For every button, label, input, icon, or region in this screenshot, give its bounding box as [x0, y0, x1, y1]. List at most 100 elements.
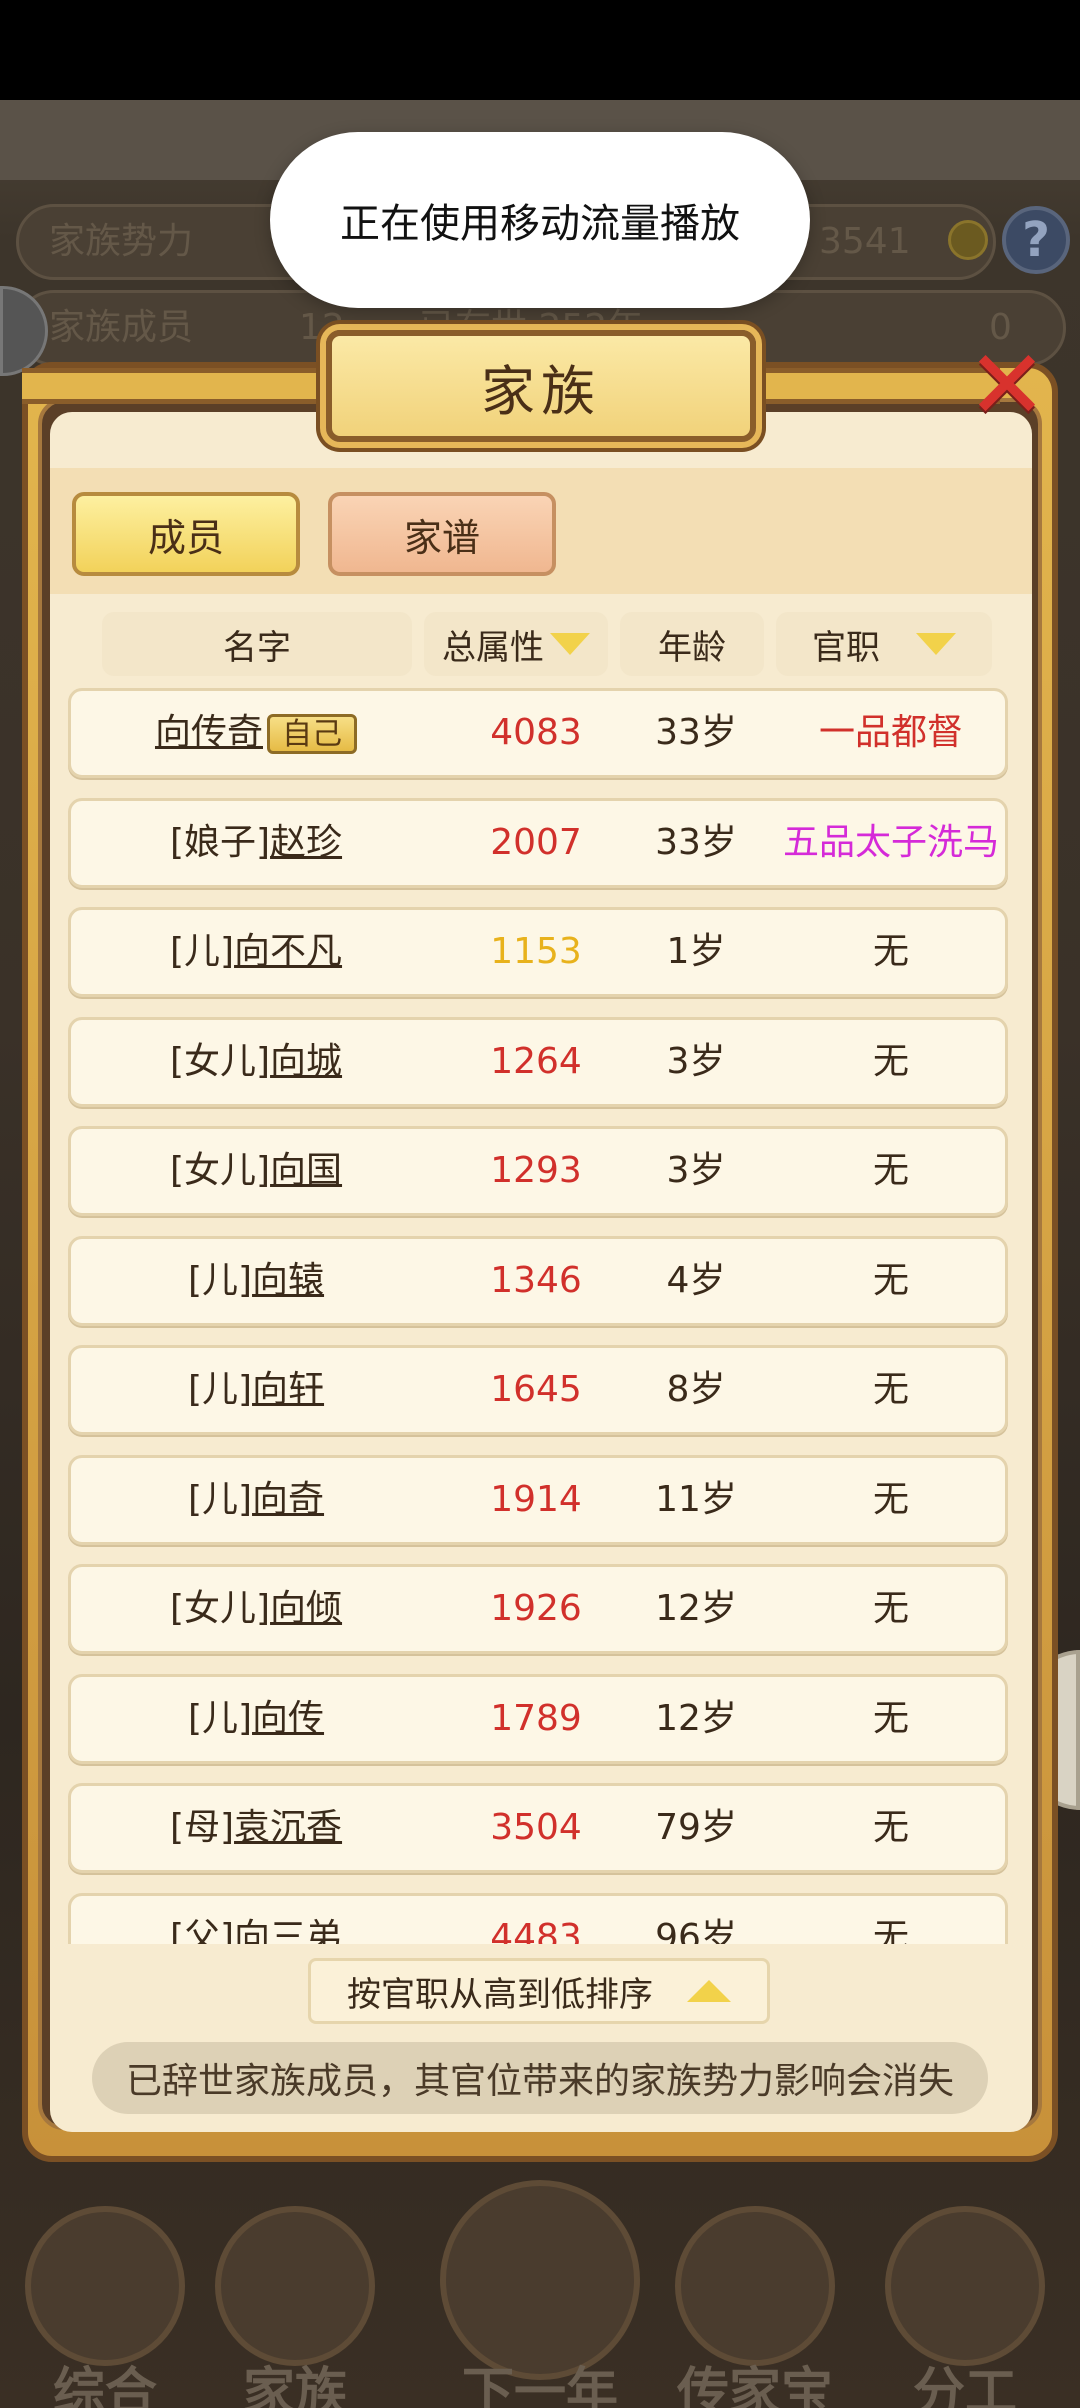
coin-icon	[948, 220, 988, 260]
member-relation: [父]	[169, 1916, 235, 1945]
nav-item-division[interactable]: 分工	[870, 2200, 1060, 2408]
member-post: 一品都督	[818, 712, 963, 753]
member-post: 无	[872, 1916, 909, 1945]
nav-label-division: 分工	[912, 2363, 1017, 2408]
help-icon[interactable]: ?	[1002, 206, 1070, 274]
member-row[interactable]: [女儿]向城 1264 3岁 无	[68, 1016, 1008, 1107]
member-attr: 3504	[490, 1807, 582, 1848]
member-attr: 1914	[490, 1478, 582, 1520]
nav-item-heirloom[interactable]: 传家宝	[660, 2200, 850, 2408]
member-row[interactable]: [母]袁沉香 3504 79岁 无	[68, 1783, 1008, 1873]
member-name-link[interactable]: 向轩	[252, 1369, 324, 1410]
member-name-cell: [女儿]向倾	[71, 1567, 441, 1651]
member-name-link[interactable]: 向三弟	[234, 1917, 342, 1945]
member-name-link[interactable]: 向辕	[252, 1260, 324, 1301]
member-age: 11岁	[655, 1478, 737, 1520]
member-post: 无	[872, 1588, 909, 1629]
bottom-nav: 综合 家族 下一年 传家宝 分工	[0, 2180, 1080, 2408]
column-header-post[interactable]: 官职	[776, 612, 992, 676]
member-post: 无	[872, 1478, 909, 1520]
member-row[interactable]: [儿]向轩 1645 8岁 无	[68, 1345, 1008, 1435]
member-age: 4岁	[666, 1259, 726, 1301]
member-row[interactable]: [儿]向传 1789 12岁 无	[68, 1673, 1008, 1764]
heirloom-icon	[675, 2206, 835, 2366]
member-age: 8岁	[666, 1369, 726, 1410]
member-post: 无	[872, 1807, 909, 1848]
member-list[interactable]: 向传奇 自己 4083 33岁 一品都督 [娘子]赵珍 2007 33岁 五品太子洗马 [儿]向不…	[68, 688, 1008, 1944]
nav-item-general[interactable]: 综合	[10, 2200, 200, 2408]
member-attr: 2007	[490, 821, 582, 863]
column-attr-label: 总属性	[442, 627, 544, 668]
nav-item-next-year[interactable]: 下一年	[440, 2180, 640, 2408]
status-bar	[0, 0, 1080, 100]
member-name-cell: [母]袁沉香	[71, 1786, 441, 1870]
network-toast: 正在使用移动流量播放	[270, 132, 810, 308]
member-row[interactable]: [娘子]赵珍 2007 33岁 五品太子洗马	[68, 797, 1008, 888]
member-age: 3岁	[666, 1040, 726, 1082]
member-relation: [女儿]	[169, 1588, 271, 1629]
member-name-cell: [儿]向轩	[71, 1348, 441, 1432]
member-row[interactable]: [女儿]向国 1293 3岁 无	[68, 1126, 1008, 1216]
nav-label-family: 家族	[242, 2363, 347, 2408]
member-row[interactable]: [女儿]向倾 1926 12岁 无	[68, 1564, 1008, 1654]
member-relation: [母]	[169, 1807, 235, 1848]
column-post-label: 官职	[812, 627, 880, 668]
self-badge: 自己	[267, 714, 357, 754]
title-wing-left	[22, 368, 332, 404]
member-relation: [女儿]	[169, 1150, 271, 1191]
member-post: 无	[872, 1040, 909, 1082]
nav-label-heirloom: 传家宝	[676, 2363, 833, 2408]
member-row[interactable]: [父]向三弟 4483 96岁 无	[68, 1892, 1008, 1945]
member-row[interactable]: 向传奇 自己 4083 33岁 一品都督	[68, 688, 1008, 778]
member-name-link[interactable]: 赵珍	[270, 822, 342, 863]
member-post: 无	[872, 1369, 909, 1410]
column-age-label: 年龄	[658, 627, 726, 668]
close-icon[interactable]: ✕	[952, 329, 1062, 441]
member-relation: [女儿]	[169, 1040, 271, 1082]
scroll-icon	[25, 2206, 185, 2366]
member-name-link[interactable]: 向城	[270, 1041, 342, 1082]
tab-members[interactable]: 成员	[72, 492, 300, 576]
column-header-age: 年龄	[620, 612, 764, 676]
member-name-link[interactable]: 向不凡	[234, 931, 342, 972]
member-name-cell: [娘子]赵珍	[71, 801, 441, 885]
house-icon	[215, 2206, 375, 2366]
member-relation: [儿]	[187, 1369, 253, 1410]
member-row[interactable]: [儿]向奇 1914 11岁 无	[68, 1454, 1008, 1545]
nav-item-family[interactable]: 家族	[200, 2200, 390, 2408]
member-post: 五品太子洗马	[782, 821, 999, 863]
member-age: 12岁	[655, 1588, 737, 1629]
tab-genealogy[interactable]: 家谱	[328, 492, 556, 576]
member-attr: 1293	[490, 1150, 582, 1191]
sort-down-icon	[550, 633, 590, 655]
member-name-cell: 向传奇 自己	[71, 691, 441, 775]
member-name-cell: [女儿]向城	[71, 1020, 441, 1104]
member-age: 1岁	[666, 931, 726, 972]
member-name-link[interactable]: 向国	[270, 1150, 342, 1191]
column-header-attr[interactable]: 总属性	[424, 612, 608, 676]
member-name-cell: [儿]向辕	[71, 1239, 441, 1323]
nav-label-general: 综合	[52, 2363, 157, 2408]
member-attr: 1926	[490, 1588, 582, 1629]
member-row[interactable]: [儿]向不凡 1153 1岁 无	[68, 907, 1008, 997]
member-attr: 1346	[490, 1259, 582, 1301]
member-name-cell: [儿]向奇	[71, 1458, 441, 1542]
member-name-link[interactable]: 向奇	[252, 1479, 324, 1520]
member-attr: 4483	[490, 1916, 582, 1945]
dialog-title: 家族	[326, 330, 756, 442]
member-relation: [娘子]	[169, 821, 271, 863]
people-icon	[885, 2206, 1045, 2366]
family-members-label: 家族成员	[49, 307, 194, 348]
member-name-link[interactable]: 袁沉香	[234, 1807, 342, 1848]
column-name-label: 名字	[223, 627, 291, 668]
member-name-link[interactable]: 向传	[252, 1698, 324, 1739]
member-age: 33岁	[655, 821, 737, 863]
member-name-link[interactable]: 向倾	[270, 1588, 342, 1629]
member-relation: [儿]	[187, 1259, 253, 1301]
member-row[interactable]: [儿]向辕 1346 4岁 无	[68, 1235, 1008, 1326]
column-header-name: 名字	[102, 612, 412, 676]
sort-by-post-button[interactable]: 按官职从高到低排序	[308, 1958, 770, 2024]
member-post: 无	[872, 1150, 909, 1191]
member-name-link[interactable]: 向传奇	[155, 712, 263, 753]
member-name-cell: [父]向三弟	[71, 1896, 441, 1945]
